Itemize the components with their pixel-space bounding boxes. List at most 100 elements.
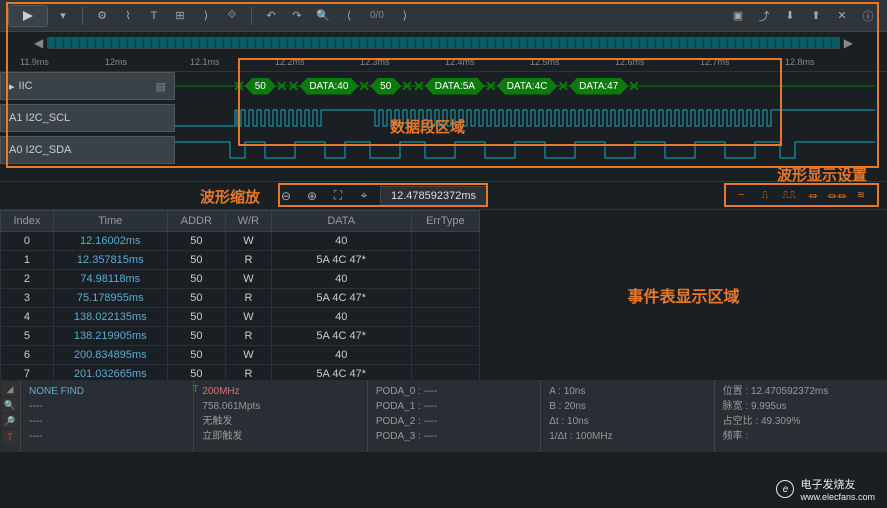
status-label: 1/Δt : — [549, 431, 572, 442]
tool-icon-1[interactable]: ⌇ — [117, 5, 139, 27]
scrub-left-icon[interactable]: ◀ — [30, 36, 47, 50]
search-icon[interactable]: 🔍 — [312, 5, 334, 27]
ruler-tick: 12.6ms — [615, 57, 645, 67]
status-label: 占空比 : — [723, 416, 759, 427]
table-row[interactable]: 274.98118ms50W40 — [1, 270, 480, 289]
ruler-tick: 12.8ms — [785, 57, 815, 67]
ruler-tick: 12.3ms — [360, 57, 390, 67]
zoom-in-icon[interactable]: ⊕ — [302, 186, 322, 206]
st-tool-2[interactable]: 🔍 — [2, 398, 18, 412]
ruler-tick: 12.5ms — [530, 57, 560, 67]
timeline-scrubber: ◀ ▶ — [0, 32, 887, 54]
waveform-canvas[interactable]: ✕ 50 ✕✕ DATA:40 ✕ 50 ✕✕ DATA:5A ✕ DATA:4… — [175, 72, 887, 181]
table-row[interactable]: 012.16002ms50W40 — [1, 232, 480, 251]
status-value: 12.470592372ms — [751, 386, 828, 397]
status-value: ---- — [29, 429, 185, 444]
zoom-out-icon[interactable]: ⊖ — [276, 186, 296, 206]
status-label: 位置 : — [723, 386, 749, 397]
status-value: ---- — [424, 401, 437, 412]
time-readout: 12.478592372ms — [380, 186, 487, 206]
ruler-tick: 12.2ms — [275, 57, 305, 67]
disp-dash-icon[interactable]: ┄ — [731, 188, 751, 204]
main-toolbar: ▾ ⚙ ⌇ T ⊞ ⟩ ⟐ ↶ ↷ 🔍 ⟨ 0/0 ⟩ ▣ ⤴ ⬇ ⬆ ✕ ⓘ — [0, 0, 887, 32]
decode-bubble: DATA:5A — [425, 78, 485, 95]
status-label: Δt : — [549, 416, 564, 427]
watermark-url: www.elecfans.com — [800, 492, 875, 502]
gear-icon[interactable]: ▤ — [156, 80, 166, 93]
disp-wave1-icon[interactable]: ⎍ — [755, 188, 775, 204]
table-row[interactable]: 6200.834895ms50W40 — [1, 346, 480, 365]
st-tool-1[interactable]: ◢ — [2, 382, 18, 396]
channel-iic[interactable]: ▸ IIC ▤ — [0, 72, 175, 100]
event-detail-area: 事件表显示区域 — [480, 210, 887, 380]
export-icon[interactable]: ⤴ — [753, 5, 775, 27]
status-value: NONE FIND — [29, 384, 185, 399]
col-time[interactable]: Time — [53, 211, 167, 232]
decode-bubble: DATA:40 — [299, 78, 358, 95]
table-row[interactable]: 375.178955ms50R5A 4C 47* — [1, 289, 480, 308]
col-data[interactable]: DATA — [271, 211, 411, 232]
settings-icon[interactable]: ✕ — [831, 5, 853, 27]
info-icon[interactable]: ⓘ — [857, 5, 879, 27]
table-row[interactable]: 5138.219905ms50R5A 4C 47* — [1, 327, 480, 346]
watermark: e 电子发烧友 www.elecfans.com — [776, 476, 875, 502]
status-value: 立即触发 — [202, 429, 358, 444]
disp-wave5-icon[interactable]: ≋ — [851, 188, 871, 204]
table-row[interactable]: 4138.022135ms50W40 — [1, 308, 480, 327]
status-value: ---- — [424, 431, 437, 442]
sda-wave-row — [175, 136, 887, 164]
event-table[interactable]: Index Time ADDR W/R DATA ErrType 012.160… — [0, 210, 480, 380]
disp-wave3-icon[interactable]: ⏛ — [803, 188, 823, 204]
channel-scl[interactable]: A1 I2C_SCL — [0, 104, 175, 132]
display-mode-icons: ┄ ⎍ ⎍⎍ ⏛ ⏛⏛ ≋ — [725, 186, 877, 206]
prev-icon[interactable]: ⟨ — [338, 5, 360, 27]
text-tool-icon[interactable]: T — [143, 5, 165, 27]
status-label: PODA_2 : — [376, 416, 421, 427]
iic-decode-row: ✕ 50 ✕✕ DATA:40 ✕ 50 ✕✕ DATA:5A ✕ DATA:4… — [175, 72, 887, 100]
gear-icon[interactable]: ⚙ — [91, 5, 113, 27]
upload-icon[interactable]: ⬆ — [805, 5, 827, 27]
dropdown-icon[interactable]: ▾ — [52, 5, 74, 27]
st-tool-4[interactable]: T — [2, 430, 18, 444]
channel-label: A1 I2C_SCL — [9, 112, 70, 124]
annotation-label: 事件表显示区域 — [627, 283, 739, 307]
play-button[interactable] — [8, 5, 48, 27]
scrub-right-icon[interactable]: ▶ — [840, 36, 857, 50]
decode-bubble: 50 — [370, 78, 401, 95]
undo-icon[interactable]: ↶ — [260, 5, 282, 27]
status-value: ---- — [424, 386, 437, 397]
separator — [82, 7, 83, 25]
zoom-fit-icon[interactable]: ⛶ — [328, 186, 348, 206]
status-panel-sample: T 200MHz 758.061Mpts 无触发 立即触发 — [193, 380, 366, 452]
screenshot-icon[interactable]: ▣ — [727, 5, 749, 27]
col-addr[interactable]: ADDR — [167, 211, 226, 232]
scrubber-track[interactable] — [47, 37, 840, 49]
next-icon[interactable]: ⟩ — [394, 5, 416, 27]
status-value: 200MHz — [202, 384, 358, 399]
status-bar: ◢ 🔍 🔎 T NONE FIND ---- ---- ---- T 200MH… — [0, 380, 887, 452]
decode-bubble: 50 — [245, 78, 276, 95]
tool-icon-3[interactable]: ⟩ — [195, 5, 217, 27]
col-index[interactable]: Index — [1, 211, 54, 232]
status-value: 10ns — [564, 386, 586, 397]
status-value: ---- — [29, 414, 185, 429]
redo-icon[interactable]: ↷ — [286, 5, 308, 27]
status-value: 20ns — [564, 401, 586, 412]
status-value: ---- — [29, 399, 185, 414]
tool-icon-2[interactable]: ⊞ — [169, 5, 191, 27]
channel-sda[interactable]: A0 I2C_SDA — [0, 136, 175, 164]
ruler-tick: 12.1ms — [190, 57, 220, 67]
col-wr[interactable]: W/R — [226, 211, 272, 232]
save-icon[interactable]: ⬇ — [779, 5, 801, 27]
table-row[interactable]: 7201.032665ms50R5A 4C 47* — [1, 365, 480, 381]
ruler-icon[interactable]: ⟐ — [221, 5, 243, 27]
st-tool-3[interactable]: 🔎 — [2, 414, 18, 428]
table-row[interactable]: 112.357815ms50R5A 4C 47* — [1, 251, 480, 270]
disp-wave2-icon[interactable]: ⎍⎍ — [779, 188, 799, 204]
scl-wave-row — [175, 104, 887, 132]
col-errtype[interactable]: ErrType — [411, 211, 479, 232]
disp-wave4-icon[interactable]: ⏛⏛ — [827, 188, 847, 204]
cursor-icon[interactable]: ⌖ — [354, 186, 374, 206]
logo-icon: e — [776, 480, 794, 498]
status-value: 10ns — [567, 416, 589, 427]
